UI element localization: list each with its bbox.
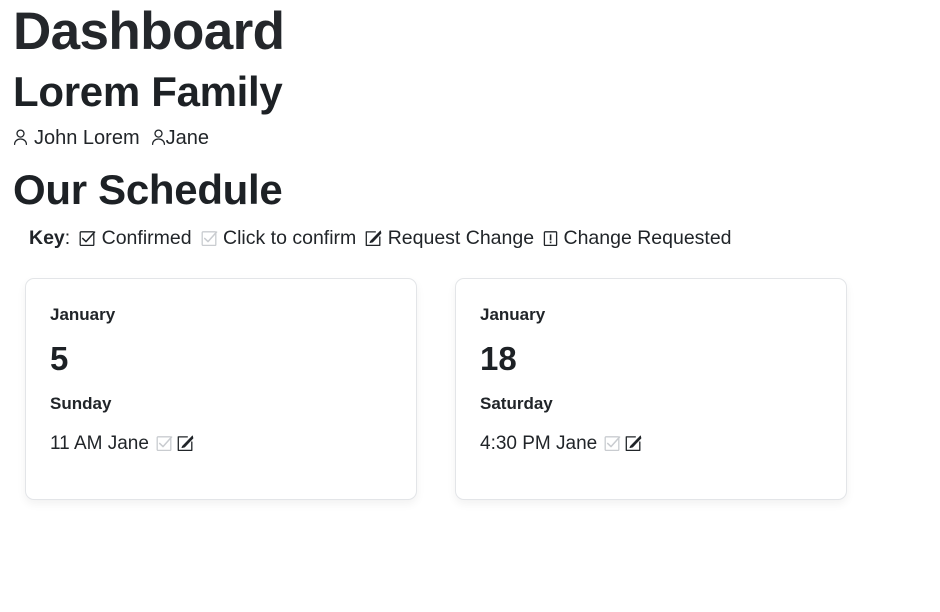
checkbox-unchecked-icon[interactable] [156,433,173,454]
pencil-square-icon [365,228,382,249]
card-month: January [50,304,116,324]
schedule-key-legend: Key: Confirmed Click to confirm Request … [29,226,927,252]
checkbox-unchecked-icon[interactable] [604,433,621,454]
key-item-label: Change Requested [563,227,732,250]
key-label: Key [29,227,65,250]
family-member-john-lorem[interactable]: John Lorem [13,127,140,149]
family-member-name: Jane [165,127,209,149]
card-weekday: Sunday [50,394,112,414]
key-item-label: Request Change [387,227,535,250]
person-icon [151,128,166,149]
key-item-confirmed: Confirmed [79,227,192,250]
card-day-number: 5 [50,340,69,378]
card-day-number: 18 [480,340,517,378]
schedule-card-list: January 5 Sunday 11 AM Jane January 18 S… [25,277,927,500]
page-title: Dashboard [13,2,285,61]
card-weekday: Saturday [480,394,553,414]
key-item-click-to-confirm: Click to confirm [201,227,357,250]
checkbox-checked-icon [79,228,96,249]
card-entry: 11 AM Jane [50,432,392,456]
family-member-jane[interactable]: Jane [151,127,209,149]
schedule-section-title: Our Schedule [13,165,283,213]
key-colon: : [64,227,71,250]
family-name-heading: Lorem Family [13,67,283,115]
key-item-label: Click to confirm [223,227,357,250]
key-item-change-requested: Change Requested [543,227,732,250]
exclamation-box-icon [543,228,558,249]
card-month: January [480,304,546,324]
dashboard-page: Dashboard Lorem Family John Lorem Jane Ou… [0,0,940,500]
family-member-name: John Lorem [34,127,140,149]
schedule-card[interactable]: January 5 Sunday 11 AM Jane [25,277,417,500]
card-entry-text: 11 AM Jane [50,432,149,454]
schedule-card[interactable]: January 18 Saturday 4:30 PM Jane [455,277,847,500]
key-item-request-change: Request Change [365,227,534,249]
key-item-label: Confirmed [101,227,192,250]
checkbox-unchecked-icon [201,228,218,249]
card-entry-text: 4:30 PM Jane [480,432,598,454]
family-member-list: John Lorem Jane [13,126,927,151]
card-entry: 4:30 PM Jane [480,432,822,456]
person-icon [13,128,28,149]
pencil-square-icon[interactable] [625,433,642,454]
pencil-square-icon[interactable] [177,433,194,454]
